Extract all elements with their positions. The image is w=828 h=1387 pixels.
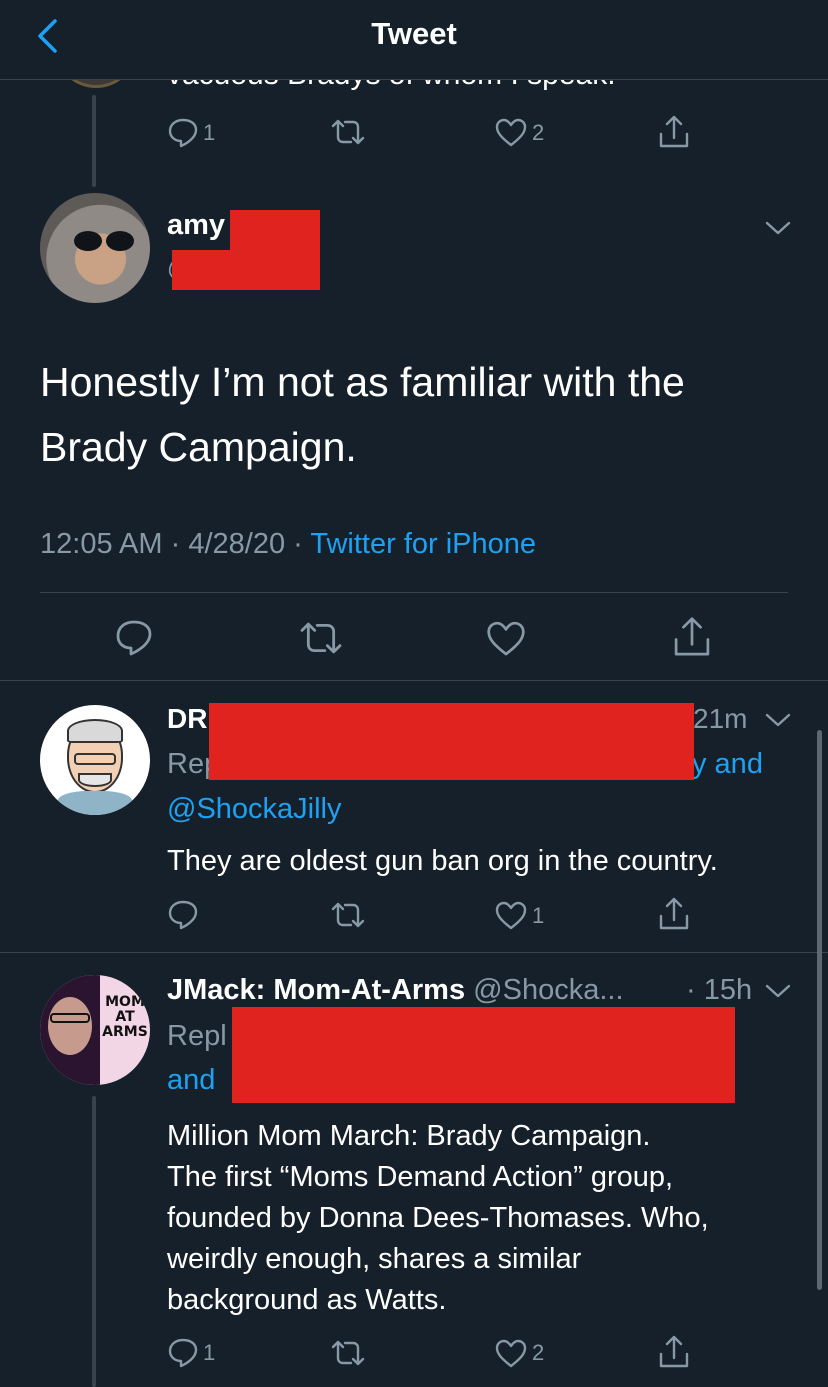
- reply2-text-line: The first “Moms Demand Action” group,: [167, 1161, 674, 1193]
- page-title: Tweet: [371, 16, 457, 51]
- tweet-meta: 12:05 AM · 4/28/20 · Twitter for iPhone: [40, 528, 536, 561]
- reply2-thread-line: [92, 1096, 96, 1387]
- tweet-options-chevron-icon[interactable]: [765, 983, 791, 999]
- reply2-author-handle[interactable]: @Shocka...: [473, 974, 623, 1006]
- meta-separator: ·: [293, 528, 303, 560]
- tweet-time: 12:05 AM: [40, 528, 163, 560]
- main-tweet-text-line2: Brady Campaign.: [40, 424, 357, 470]
- reply2-avatar[interactable]: MOM AT ARMS: [40, 975, 150, 1085]
- reply1-text: They are oldest gun ban org in the count…: [167, 845, 718, 877]
- reply2-time: · 15h: [686, 974, 753, 1006]
- prev-reply-count: 1: [203, 120, 216, 145]
- badge-text: MOM: [105, 994, 145, 1010]
- reply1-time: 21m: [693, 703, 748, 734]
- reply2-text-line: weirdly enough, shares a similar: [167, 1243, 582, 1275]
- reply1-divider: [0, 952, 828, 953]
- avatar-badge: MOM AT ARMS: [102, 995, 148, 1040]
- prev-thread-line: [92, 95, 96, 187]
- share-icon[interactable]: [671, 615, 713, 659]
- redaction-box: [209, 703, 694, 780]
- retweet-icon[interactable]: [298, 619, 344, 657]
- retweet-icon[interactable]: [330, 1338, 366, 1368]
- reply-icon[interactable]: [167, 1336, 199, 1368]
- tweet-options-chevron-icon[interactable]: [765, 220, 791, 236]
- reply2-text-line: founded by Donna Dees-Thomases. Who,: [167, 1202, 709, 1234]
- main-tweet-avatar[interactable]: [40, 193, 150, 303]
- reply2-like-count: 2: [532, 1340, 545, 1365]
- tweet-date: 4/28/20: [188, 528, 286, 560]
- reply1-avatar[interactable]: [40, 705, 150, 815]
- reply2-author-line: JMack: Mom-At-Arms @Shocka...: [167, 974, 624, 1007]
- sunglasses-shape: [74, 231, 136, 251]
- reply2-replying-to-prefix: Repl: [167, 1020, 227, 1052]
- retweet-icon[interactable]: [330, 117, 366, 147]
- reply-icon[interactable]: [167, 116, 199, 148]
- header-divider: [0, 79, 828, 80]
- share-icon[interactable]: [657, 114, 691, 150]
- scrollbar-thumb[interactable]: [817, 730, 822, 1290]
- reply-icon[interactable]: [167, 898, 199, 930]
- like-icon[interactable]: [494, 117, 528, 147]
- reply2-text: Million Mom March: Brady Campaign. The f…: [167, 1116, 709, 1321]
- reply2-author-name[interactable]: JMack: Mom-At-Arms: [167, 974, 465, 1006]
- like-icon[interactable]: [494, 900, 528, 930]
- share-icon[interactable]: [657, 1334, 691, 1370]
- reply2-text-line: background as Watts.: [167, 1284, 447, 1316]
- tweet-source-link[interactable]: Twitter for iPhone: [310, 528, 536, 560]
- reply2-replying-to-and[interactable]: and: [167, 1064, 215, 1097]
- reply1-mention-link[interactable]: @ShockaJilly: [167, 793, 342, 826]
- top-bar: Tweet: [0, 0, 828, 79]
- main-author-name[interactable]: amy: [167, 209, 225, 242]
- like-icon[interactable]: [494, 1338, 528, 1368]
- reply2-reply-count: 1: [203, 1340, 216, 1365]
- reply-icon[interactable]: [114, 617, 154, 657]
- reply2-text-line: Million Mom March: Brady Campaign.: [167, 1120, 651, 1152]
- reply1-author-name[interactable]: DR: [167, 703, 207, 735]
- badge-text: AT: [115, 1009, 135, 1025]
- main-meta-divider: [40, 592, 788, 593]
- share-icon[interactable]: [657, 896, 691, 932]
- reply1-replying-to-suffix[interactable]: y and: [692, 748, 763, 781]
- redaction-box: [232, 1007, 735, 1103]
- retweet-icon[interactable]: [330, 900, 366, 930]
- main-tweet-text-line1: Honestly I’m not as familiar with the: [40, 359, 685, 405]
- meta-separator: ·: [170, 528, 181, 560]
- badge-text: ARMS: [102, 1024, 148, 1040]
- like-icon[interactable]: [485, 619, 527, 657]
- tweet-options-chevron-icon[interactable]: [765, 712, 791, 728]
- redaction-box: [172, 250, 320, 290]
- main-tweet-divider: [0, 680, 828, 681]
- prev-like-count: 2: [532, 120, 545, 145]
- reply1-like-count: 1: [532, 903, 545, 928]
